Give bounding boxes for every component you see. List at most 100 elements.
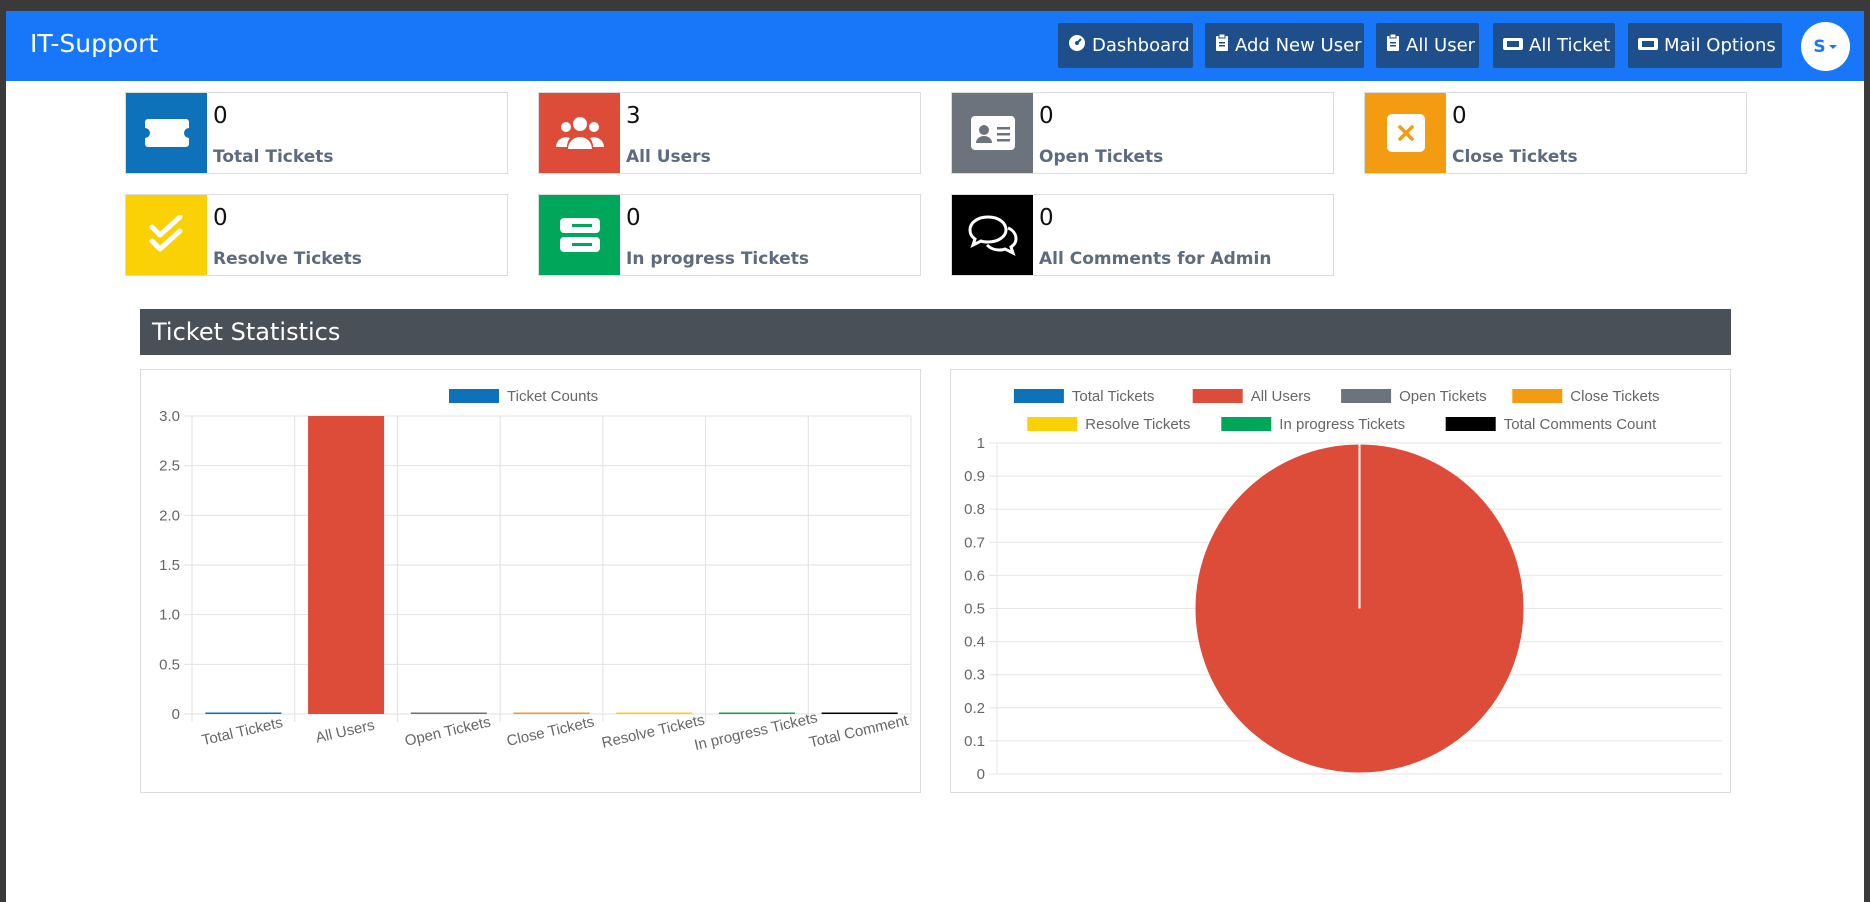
- nav-item-label: Dashboard: [1092, 35, 1190, 56]
- user-avatar-dropdown[interactable]: S: [1801, 22, 1850, 71]
- y-tick-label: 0.3: [964, 667, 985, 684]
- legend-swatch: [1192, 389, 1243, 403]
- y-tick-label: 1.5: [159, 557, 180, 574]
- ticket-icon: [126, 93, 207, 173]
- server-icon: [539, 195, 620, 275]
- caret-down-icon: [1828, 44, 1837, 49]
- y-tick-label: 0.9: [964, 468, 985, 485]
- y-tick-label: 1: [977, 435, 985, 452]
- y-tick-label: 0.6: [964, 567, 985, 584]
- legend-label: Total Tickets: [1072, 388, 1155, 405]
- legend-swatch: [1027, 417, 1078, 431]
- card-resolve-tickets[interactable]: 0 Resolve Tickets: [125, 194, 508, 276]
- card-close-tickets[interactable]: 0 Close Tickets: [1364, 92, 1747, 174]
- comments-icon: [952, 195, 1033, 275]
- ticket-statistics-header: Ticket Statistics: [140, 309, 1731, 355]
- top-navbar: IT-Support Dashboard Add New User All Us…: [6, 11, 1864, 81]
- x-tick-label: Close Tickets: [505, 713, 596, 750]
- bar: [718, 712, 795, 714]
- legend-swatch: [1221, 417, 1272, 431]
- nav-item-label: Mail Options: [1664, 35, 1776, 56]
- card-label: Total Tickets: [213, 147, 334, 167]
- legend-swatch: [1341, 389, 1392, 403]
- nav-item-label: All User: [1406, 35, 1476, 56]
- card-value: 0: [213, 205, 228, 231]
- card-value: 0: [213, 103, 228, 129]
- nav-all-ticket-button[interactable]: All Ticket: [1493, 23, 1615, 68]
- y-tick-label: 0.8: [964, 501, 985, 518]
- bar-chart: Ticket Counts 0 0.5 1.0 1.5 2.0 2.5 3.0 Total Ti…: [159, 388, 912, 754]
- id-card-icon: [952, 93, 1033, 173]
- y-tick-label: 0.5: [159, 656, 180, 673]
- legend-swatch: [1445, 417, 1496, 431]
- nav-item-label: All Ticket: [1529, 35, 1611, 56]
- y-tick-label: 3.0: [159, 408, 180, 425]
- y-tick-label: 0.4: [964, 634, 985, 651]
- bar-chart-panel: Ticket Counts 0 0.5 1.0 1.5 2.0 2.5 3.0 Total Ti…: [140, 369, 921, 793]
- card-open-tickets[interactable]: 0 Open Tickets: [951, 92, 1334, 174]
- legend-label: All Users: [1251, 388, 1311, 405]
- card-value: 0: [1039, 103, 1054, 129]
- double-check-icon: [126, 195, 207, 275]
- card-value: 0: [1452, 103, 1467, 129]
- legend-swatch: [1013, 389, 1064, 403]
- x-tick-label: All Users: [314, 717, 376, 747]
- bar: [513, 712, 590, 714]
- close-box-icon: [1365, 93, 1446, 173]
- y-tick-label: 0.5: [964, 601, 985, 618]
- card-total-tickets[interactable]: 0 Total Tickets: [125, 92, 508, 174]
- legend-swatch: [1512, 389, 1563, 403]
- card-label: Close Tickets: [1452, 147, 1578, 167]
- card-all-comments[interactable]: 0 All Comments for Admin: [951, 194, 1334, 276]
- clipboard-icon: [1215, 33, 1229, 57]
- ticket-icon: [1638, 36, 1658, 56]
- legend-label: Resolve Tickets: [1085, 416, 1190, 433]
- bar: [205, 712, 282, 714]
- section-title: Ticket Statistics: [152, 318, 341, 346]
- card-value: 0: [626, 205, 641, 231]
- ticket-icon: [1503, 36, 1523, 56]
- y-tick-label: 0: [977, 766, 985, 783]
- app-window: IT-Support Dashboard Add New User All Us…: [6, 11, 1864, 902]
- x-tick-label: Resolve Tickets: [600, 712, 706, 752]
- users-icon: [539, 93, 620, 173]
- nav-add-user-button[interactable]: Add New User: [1205, 23, 1364, 68]
- card-label: All Comments for Admin: [1039, 249, 1272, 269]
- bar: [821, 712, 898, 714]
- legend-label: In progress Tickets: [1279, 416, 1405, 433]
- legend-label: Open Tickets: [1399, 388, 1487, 405]
- legend-swatch: [449, 389, 499, 403]
- card-value: 0: [1039, 205, 1054, 231]
- legend-label: Total Comments Count: [1504, 416, 1657, 433]
- y-tick-label: 2.0: [159, 507, 180, 524]
- y-tick-label: 1.0: [159, 607, 180, 624]
- pie-chart: Total Tickets All Users Open Tickets Close …: [964, 388, 1722, 783]
- bar: [308, 416, 385, 714]
- brand-title[interactable]: IT-Support: [30, 29, 158, 58]
- card-value: 3: [626, 103, 641, 129]
- x-tick-label: Open Tickets: [403, 713, 492, 749]
- x-tick-label: In progress Tickets: [693, 709, 819, 754]
- y-tick-label: 2.5: [159, 458, 180, 475]
- legend-label: Ticket Counts: [507, 388, 598, 405]
- card-label: All Users: [626, 147, 711, 167]
- nav-dashboard-button[interactable]: Dashboard: [1058, 23, 1193, 68]
- y-tick-label: 0.7: [964, 534, 985, 551]
- card-in-progress-tickets[interactable]: 0 In progress Tickets: [538, 194, 921, 276]
- card-all-users[interactable]: 3 All Users: [538, 92, 921, 174]
- nav-all-user-button[interactable]: All User: [1376, 23, 1479, 68]
- clipboard-icon: [1386, 33, 1400, 57]
- bar: [410, 712, 487, 714]
- dashboard-icon: [1068, 34, 1086, 57]
- pie-chart-panel: Total Tickets All Users Open Tickets Close …: [950, 369, 1731, 793]
- y-tick-label: 0.2: [964, 700, 985, 717]
- nav-item-label: Add New User: [1235, 35, 1362, 56]
- y-tick-label: 0: [172, 706, 180, 723]
- y-tick-label: 0.1: [964, 733, 985, 750]
- nav-mail-options-button[interactable]: Mail Options: [1628, 23, 1782, 68]
- card-label: Open Tickets: [1039, 147, 1164, 167]
- x-tick-label: Total Tickets: [200, 714, 284, 749]
- card-label: Resolve Tickets: [213, 249, 362, 269]
- bar: [616, 712, 693, 714]
- avatar-letter: S: [1813, 36, 1826, 57]
